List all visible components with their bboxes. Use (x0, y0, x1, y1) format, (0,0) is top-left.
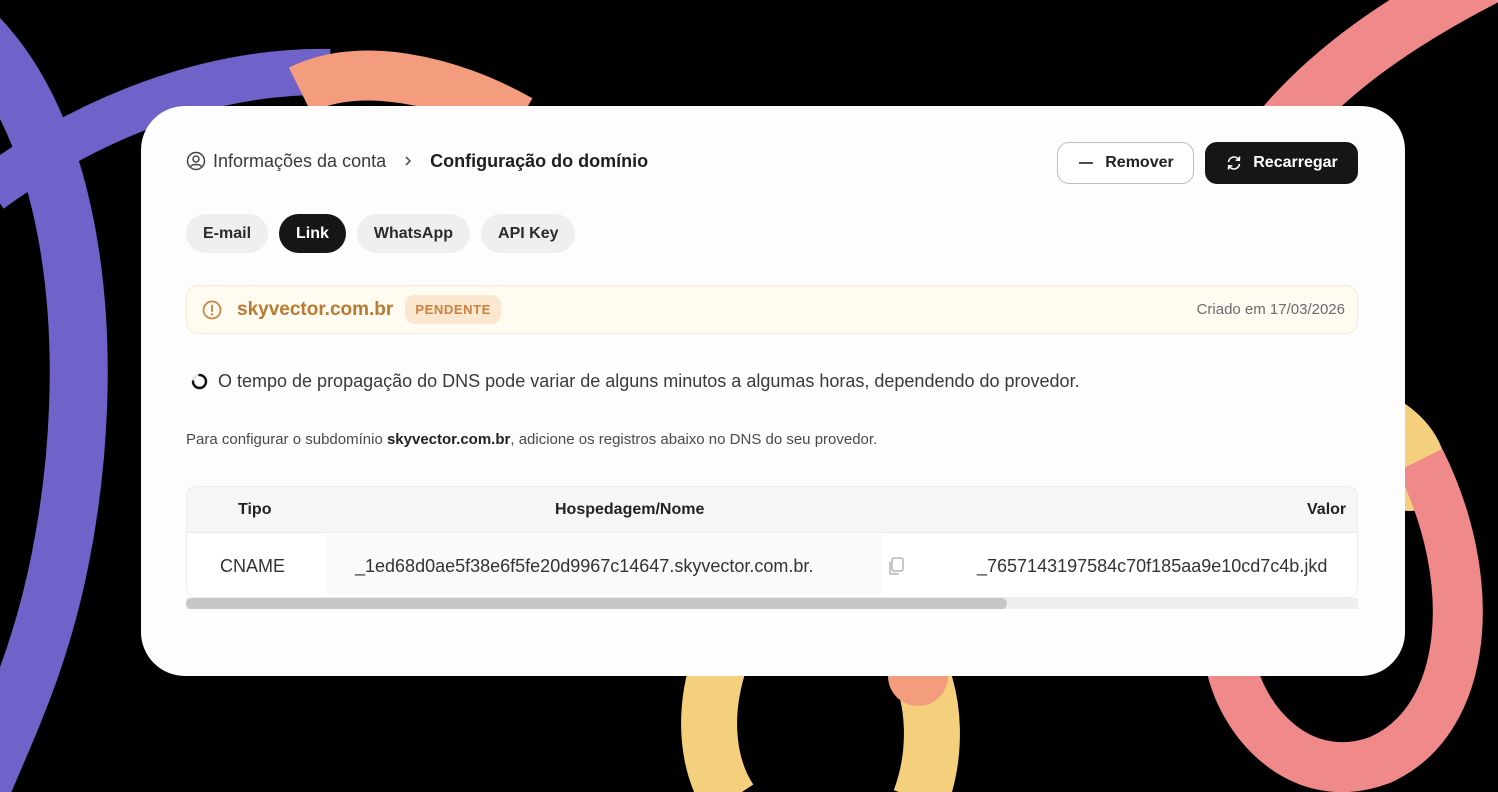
minus-icon (1077, 154, 1095, 172)
header-actions: Remover Recarregar (1057, 142, 1358, 184)
dns-propagation-text: O tempo de propagação do DNS pode variar… (218, 371, 1080, 391)
dns-propagation-notice: O tempo de propagação do DNS pode variar… (191, 371, 1080, 392)
page-title: Configuração do domínio (430, 150, 649, 171)
setup-instructions-domain: skyvector.com.br (386, 431, 511, 448)
tab-api-key[interactable]: API Key (481, 214, 576, 253)
column-header-value: Valor (1307, 501, 1347, 518)
column-header-host: Hospedagem/Nome (555, 501, 705, 518)
remove-button[interactable]: Remover (1057, 142, 1194, 184)
user-circle-icon (186, 151, 206, 171)
alert-circle-icon (201, 299, 223, 321)
remove-button-label: Remover (1105, 154, 1174, 171)
created-date: Criado em 17/03/2026 (1196, 301, 1345, 318)
scrollbar-thumb[interactable] (186, 598, 1007, 609)
reload-button-label: Recarregar (1253, 154, 1338, 171)
dns-records-table: Tipo Hospedagem/Nome Valor CNAME _1ed68d… (186, 486, 1358, 598)
breadcrumb-account-info-link[interactable]: Informações da conta (213, 151, 386, 172)
record-type: CNAME (220, 556, 286, 576)
tab-link[interactable]: Link (279, 214, 346, 253)
tab-email[interactable]: E-mail (186, 214, 269, 253)
tab-whatsapp[interactable]: WhatsApp (356, 214, 471, 253)
domain-name: skyvector.com.br (237, 298, 394, 320)
copy-icon[interactable] (885, 555, 907, 577)
table-header: Tipo Hospedagem/Nome Valor (187, 487, 1357, 533)
spinner-icon (191, 373, 208, 390)
domain-status-banner: skyvector.com.br PENDENTE Criado em 17/0… (186, 285, 1358, 334)
record-value[interactable]: _7657143197584c70f185aa9e10cd7c4b.jkd (977, 533, 1327, 597)
chevron-right-icon (402, 155, 414, 167)
table-horizontal-scrollbar[interactable] (186, 598, 1358, 609)
setup-instructions: Para configurar o subdomínio skyvector.c… (186, 431, 877, 448)
table-row: CNAME _1ed68d0ae5f38e6f5fe20d9967c14647.… (187, 533, 1357, 597)
setup-instructions-before: Para configurar o subdomínio (186, 431, 387, 448)
refresh-icon (1225, 154, 1243, 172)
record-host[interactable]: _1ed68d0ae5f38e6f5fe20d9967c14647.skyvec… (327, 533, 881, 597)
status-badge: PENDENTE (405, 295, 501, 324)
setup-instructions-after: , adicione os registros abaixo no DNS do… (510, 431, 878, 448)
breadcrumb: Informações da conta Configuração do dom… (186, 150, 648, 172)
channel-tabs: E-mail Link WhatsApp API Key (186, 214, 576, 253)
column-header-type: Tipo (238, 501, 272, 518)
domain-config-card: Informações da conta Configuração do dom… (141, 106, 1405, 676)
reload-button[interactable]: Recarregar (1205, 142, 1358, 184)
